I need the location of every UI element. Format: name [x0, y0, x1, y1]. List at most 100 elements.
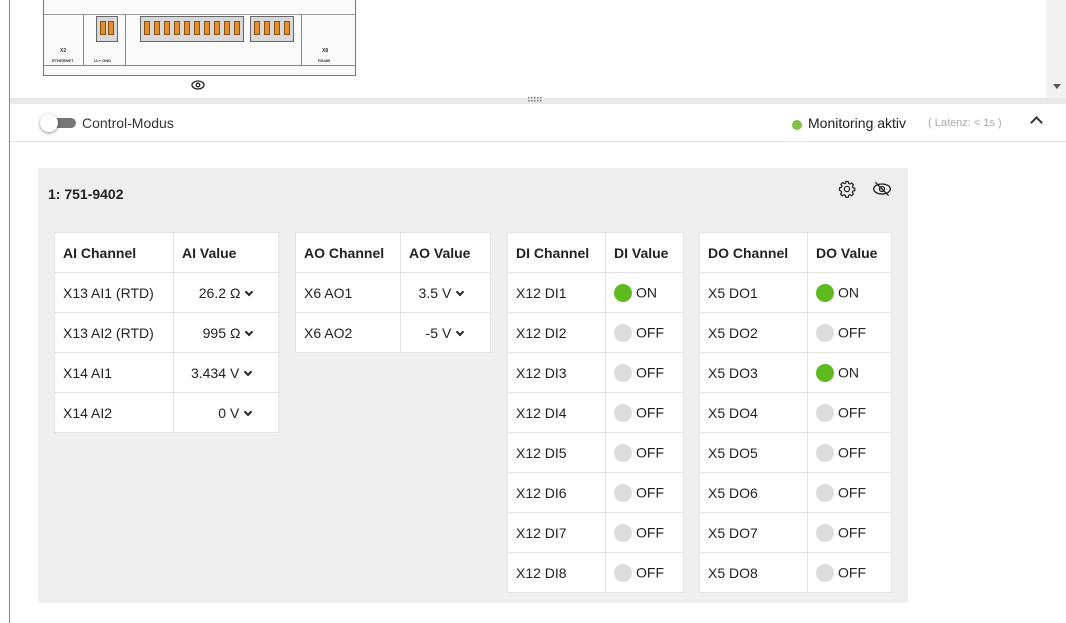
do-state: ON	[838, 364, 859, 381]
control-mode-label: Control-Modus	[82, 115, 174, 131]
do-channel-cell: X5 DO3	[699, 352, 808, 393]
do-value-cell: OFF	[807, 552, 892, 593]
table-row: X13 AI1 (RTD) 26.2 Ω	[54, 272, 279, 313]
control-mode-toggle[interactable]	[40, 114, 80, 132]
unit-select[interactable]: Ω	[230, 285, 270, 301]
port-x8-sub: RS485	[318, 58, 331, 63]
di-channel-cell: X12 DI6	[507, 472, 606, 513]
ai-channel-cell: X14 AI2	[54, 392, 174, 433]
di-state: OFF	[636, 324, 664, 341]
do-channel-cell: X5 DO4	[699, 392, 808, 433]
ao-value: -5	[425, 324, 438, 341]
preview-eye-icon[interactable]	[191, 80, 205, 93]
collapse-chevron-up-icon[interactable]	[1030, 116, 1043, 129]
di-channel-header: DI Channel	[507, 232, 606, 273]
ao-table: AO Channel AO Value X6 AO1 3.5 V X6 AO2 -…	[295, 232, 491, 353]
table-row: X6 AO2 -5 V	[295, 312, 491, 353]
unit-value: Ω	[230, 284, 241, 301]
di-value-cell: OFF	[605, 312, 684, 353]
table-row: X12 DI5 OFF	[507, 432, 684, 473]
status-led-icon	[816, 443, 834, 462]
gear-icon[interactable]	[838, 180, 856, 198]
ao-value-cell: 3.5 V	[400, 272, 491, 313]
do-value-cell: OFF	[807, 472, 892, 513]
do-channel-cell: X5 DO5	[699, 432, 808, 473]
device-preview-panel: X2 ETHERNET U₀+ GND X8 RS485	[10, 0, 1046, 98]
ao-value-cell: -5 V	[400, 312, 491, 353]
di-channel-cell: X12 DI5	[507, 432, 606, 473]
splitter-grip-icon[interactable]	[528, 95, 542, 104]
chevron-down-icon	[245, 327, 254, 336]
table-row: X14 AI1 3.434 V	[54, 352, 279, 393]
do-value-cell: ON	[807, 272, 892, 313]
status-led-icon	[614, 563, 632, 582]
ai-value: 0	[218, 404, 226, 421]
di-value-cell: ON	[605, 272, 684, 313]
di-table: DI Channel DI Value X12 DI1 ON X12 DI2 OFF X…	[507, 232, 684, 593]
port-x2-sub: ETHERNET	[52, 58, 74, 63]
di-state: OFF	[636, 404, 664, 421]
ai-channel-header: AI Channel	[54, 232, 174, 273]
status-led-icon	[614, 523, 632, 542]
table-row: X5 DO5 OFF	[699, 432, 892, 473]
ai-value-cell: 0V	[173, 392, 279, 433]
ao-value-header: AO Value	[400, 232, 491, 273]
latency-label: ( Latenz: < 1s )	[928, 117, 1002, 129]
ai-channel-cell: X13 AI2 (RTD)	[54, 312, 174, 353]
hide-eye-icon[interactable]	[872, 180, 892, 198]
ai-channel-cell: X14 AI1	[54, 352, 174, 393]
do-value-cell: OFF	[807, 392, 892, 433]
status-led-icon	[816, 483, 834, 502]
status-led-icon	[614, 403, 632, 422]
ao-channel-cell: X6 AO1	[295, 272, 401, 313]
table-row: X5 DO3 ON	[699, 352, 892, 393]
di-channel-cell: X12 DI7	[507, 512, 606, 553]
status-led-icon	[816, 363, 834, 382]
do-channel-cell: X5 DO8	[699, 552, 808, 593]
module-card: 1: 751-9402 AI Channel AI Value X13 AI1 …	[38, 168, 908, 603]
do-state: OFF	[838, 444, 866, 461]
unit-select[interactable]: V	[442, 325, 482, 341]
ai-value: 26.2	[198, 284, 226, 301]
do-channel-header: DO Channel	[699, 232, 808, 273]
unit-select[interactable]: Ω	[230, 325, 270, 341]
chevron-down-icon	[244, 407, 253, 416]
ai-channel-cell: X13 AI1 (RTD)	[54, 272, 174, 313]
do-state: OFF	[838, 404, 866, 421]
control-header: Control-Modus Monitoring aktiv ( Latenz:…	[10, 104, 1066, 142]
do-channel-cell: X5 DO2	[699, 312, 808, 353]
di-value-cell: OFF	[605, 392, 684, 433]
di-channel-cell: X12 DI4	[507, 392, 606, 433]
status-led-icon	[614, 363, 632, 382]
di-channel-cell: X12 DI2	[507, 312, 606, 353]
status-led-icon	[816, 403, 834, 422]
do-table: DO Channel DO Value X5 DO1 ON X5 DO2 OFF X5 …	[699, 232, 892, 593]
di-channel-cell: X12 DI3	[507, 352, 606, 393]
do-value-cell: OFF	[807, 432, 892, 473]
table-row: X5 DO8 OFF	[699, 552, 892, 593]
di-value-cell: OFF	[605, 512, 684, 553]
table-row: X12 DI3 OFF	[507, 352, 684, 393]
unit-select[interactable]: V	[230, 365, 270, 381]
ai-value-cell: 995 Ω	[173, 312, 279, 353]
scroll-down-arrow-icon[interactable]	[1053, 84, 1061, 89]
monitoring-status-label: Monitoring aktiv	[808, 115, 907, 131]
ai-table: AI Channel AI Value X13 AI1 (RTD) 26.2 Ω …	[54, 232, 279, 433]
table-row: X12 DI2 OFF	[507, 312, 684, 353]
status-led-icon	[816, 523, 834, 542]
table-row: X5 DO1 ON	[699, 272, 892, 313]
di-state: OFF	[636, 524, 664, 541]
di-value-cell: OFF	[605, 432, 684, 473]
di-state: ON	[636, 284, 657, 301]
power-label: U₀+ GND	[94, 58, 112, 63]
unit-select[interactable]: V	[230, 405, 270, 421]
unit-select[interactable]: V	[442, 285, 482, 301]
di-value-cell: OFF	[605, 472, 684, 513]
do-state: OFF	[838, 484, 866, 501]
di-state: OFF	[636, 444, 664, 461]
do-state: OFF	[838, 524, 866, 541]
table-row: X12 DI7 OFF	[507, 512, 684, 553]
module-title: 1: 751-9402	[48, 186, 124, 202]
table-row: X5 DO4 OFF	[699, 392, 892, 433]
do-value-cell: OFF	[807, 312, 892, 353]
